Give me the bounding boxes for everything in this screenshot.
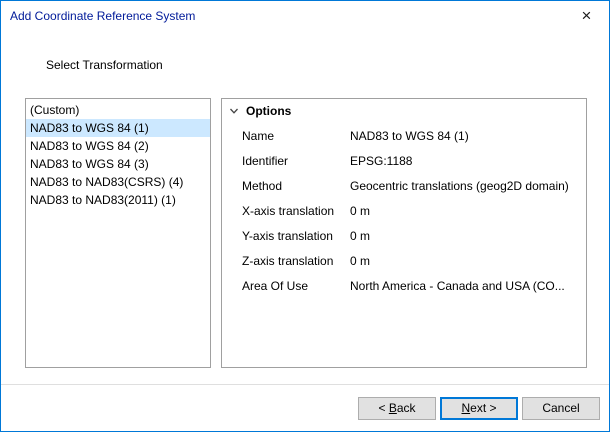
property-value: 0 m xyxy=(350,229,586,243)
property-value: EPSG:1188 xyxy=(350,154,586,168)
property-label: Identifier xyxy=(222,154,350,168)
titlebar: Add Coordinate Reference System × xyxy=(1,1,609,31)
property-label: X-axis translation xyxy=(222,204,350,218)
options-header-label: Options xyxy=(246,104,291,118)
property-value: Geocentric translations (geog2D domain) xyxy=(350,179,586,193)
property-row: X-axis translation 0 m xyxy=(222,198,586,223)
next-label-mnemonic: N xyxy=(461,401,470,415)
next-label-suffix: ext > xyxy=(470,401,496,415)
property-label: Area Of Use xyxy=(222,279,350,293)
add-crs-dialog: Add Coordinate Reference System × Select… xyxy=(0,0,610,432)
property-value: North America - Canada and USA (CO... xyxy=(350,279,586,293)
window-title: Add Coordinate Reference System xyxy=(1,9,195,23)
page-title: Select Transformation xyxy=(46,58,163,72)
transformation-list[interactable]: (Custom) NAD83 to WGS 84 (1) NAD83 to WG… xyxy=(25,98,211,368)
options-header[interactable]: Options xyxy=(222,99,586,123)
list-item[interactable]: NAD83 to NAD83(2011) (1) xyxy=(26,191,210,209)
next-button[interactable]: Next > xyxy=(440,397,518,420)
property-label: Name xyxy=(222,129,350,143)
cancel-label: Cancel xyxy=(542,401,579,415)
back-label-mnemonic: B xyxy=(389,401,397,415)
list-item[interactable]: NAD83 to WGS 84 (2) xyxy=(26,137,210,155)
back-label-suffix: ack xyxy=(397,401,416,415)
property-row: Area Of Use North America - Canada and U… xyxy=(222,273,586,298)
property-row: Method Geocentric translations (geog2D d… xyxy=(222,173,586,198)
property-row: Y-axis translation 0 m xyxy=(222,223,586,248)
property-value: 0 m xyxy=(350,254,586,268)
property-label: Method xyxy=(222,179,350,193)
property-row: Identifier EPSG:1188 xyxy=(222,148,586,173)
list-item[interactable]: NAD83 to NAD83(CSRS) (4) xyxy=(26,173,210,191)
property-row: Z-axis translation 0 m xyxy=(222,248,586,273)
list-item-selected[interactable]: NAD83 to WGS 84 (1) xyxy=(26,119,210,137)
property-value: NAD83 to WGS 84 (1) xyxy=(350,129,586,143)
chevron-down-icon xyxy=(229,106,239,116)
property-label: Z-axis translation xyxy=(222,254,350,268)
property-label: Y-axis translation xyxy=(222,229,350,243)
property-value: 0 m xyxy=(350,204,586,218)
cancel-button[interactable]: Cancel xyxy=(522,397,600,420)
back-label-prefix: < xyxy=(378,401,388,415)
list-item-custom[interactable]: (Custom) xyxy=(26,101,210,119)
close-button[interactable]: × xyxy=(564,1,609,31)
list-item[interactable]: NAD83 to WGS 84 (3) xyxy=(26,155,210,173)
close-icon: × xyxy=(582,6,592,26)
options-panel: Options Name NAD83 to WGS 84 (1) Identif… xyxy=(221,98,587,368)
back-button[interactable]: < Back xyxy=(358,397,436,420)
property-row: Name NAD83 to WGS 84 (1) xyxy=(222,123,586,148)
footer: < Back Next > Cancel xyxy=(1,384,609,431)
